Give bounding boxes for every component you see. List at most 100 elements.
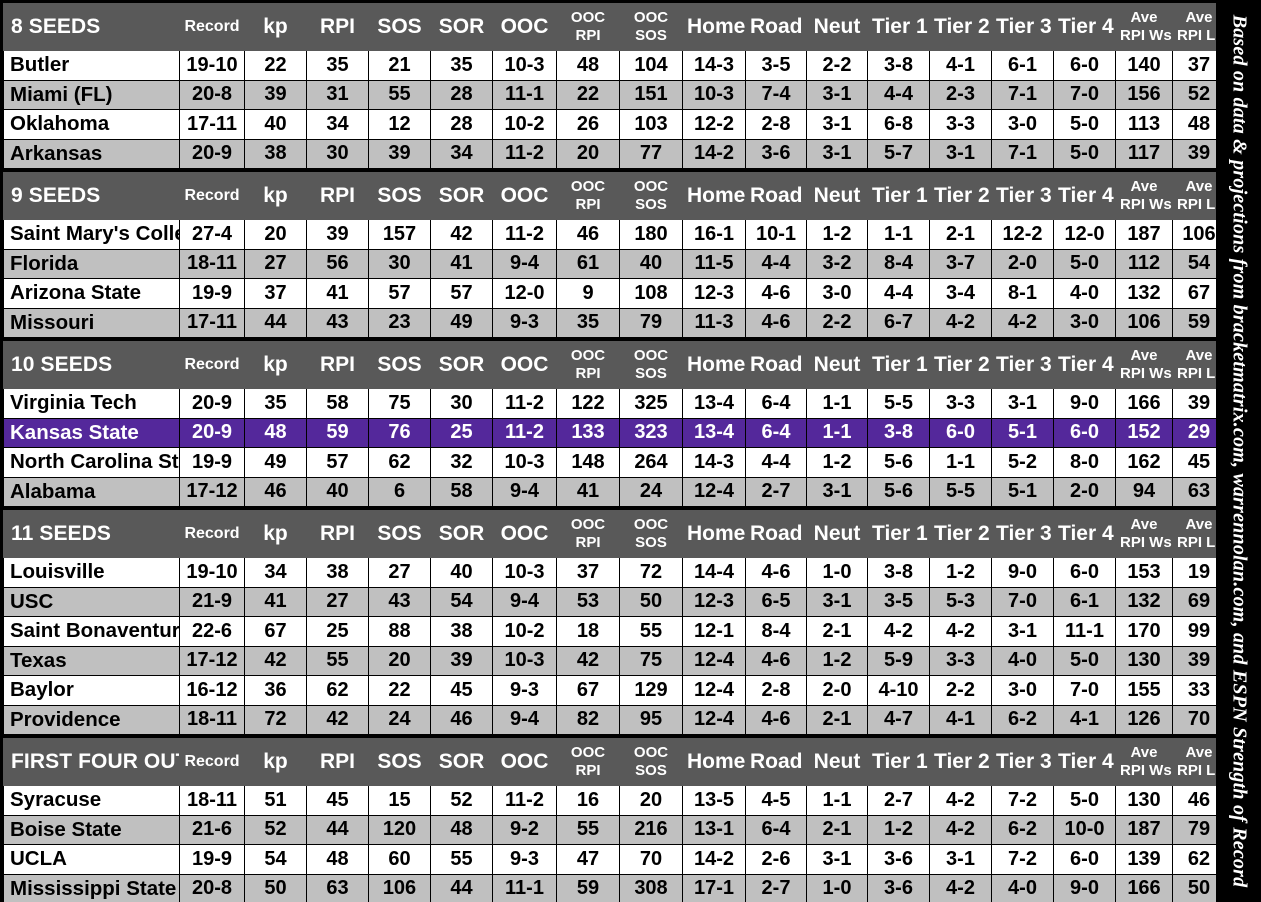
table-row[interactable]: Saint Bonaventure 22-6 67 25 88 38 10-2 18 55 12-… — [3, 616, 1226, 647]
col-header-tier1[interactable]: Tier 1 — [867, 172, 930, 220]
col-header-ooc-sos[interactable]: OOC SOS — [619, 341, 683, 389]
col-header-tier3[interactable]: Tier 3 — [991, 172, 1054, 220]
table-row[interactable]: Arizona State 19-9 37 41 57 57 12-0 9 108 12-3 4-6… — [3, 278, 1226, 309]
team-name-cell[interactable]: Missouri — [3, 307, 180, 338]
col-header-neut[interactable]: Neut — [806, 3, 868, 51]
col-header-ave-rpi-ws[interactable]: Ave RPI Ws — [1115, 738, 1173, 786]
col-header-ave-rpi-ws[interactable]: Ave RPI Ws — [1115, 341, 1173, 389]
col-header-ooc[interactable]: OOC — [492, 172, 557, 220]
col-header-kp[interactable]: kp — [244, 510, 307, 558]
col-header-ooc-sos[interactable]: OOC SOS — [619, 510, 683, 558]
team-name-cell[interactable]: Saint Bonaventure — [3, 616, 180, 647]
col-header-home[interactable]: Home — [682, 341, 746, 389]
col-header-tier4[interactable]: Tier 4 — [1053, 738, 1116, 786]
table-row[interactable]: Saint Mary's College27-420391574211-2461… — [3, 219, 1226, 250]
team-name-cell[interactable]: Virginia Tech — [3, 388, 180, 419]
team-name-cell[interactable]: Alabama — [3, 476, 180, 507]
team-name-cell[interactable]: USC — [3, 586, 180, 617]
col-header-home[interactable]: Home — [682, 3, 746, 51]
col-header-road[interactable]: Road — [745, 3, 807, 51]
col-header-home[interactable]: Home — [682, 172, 746, 220]
col-header-record[interactable]: Record — [179, 738, 245, 786]
col-header-rpi[interactable]: RPI — [306, 341, 369, 389]
col-header-sor[interactable]: SOR — [430, 738, 493, 786]
col-header-sos[interactable]: SOS — [368, 738, 431, 786]
table-row[interactable]: Miami (FL) 20-8 39 31 55 28 11-1 22 151 10-3 7-4 3-… — [3, 79, 1226, 110]
col-header-sor[interactable]: SOR — [430, 510, 493, 558]
col-header-ooc-rpi[interactable]: OOC RPI — [556, 3, 620, 51]
team-name-cell[interactable]: North Carolina State — [3, 447, 180, 478]
col-header-sor[interactable]: SOR — [430, 341, 493, 389]
col-header-tier4[interactable]: Tier 4 — [1053, 341, 1116, 389]
col-header-sos[interactable]: SOS — [368, 172, 431, 220]
team-name-cell[interactable]: Mississippi State — [3, 873, 180, 902]
col-header-neut[interactable]: Neut — [806, 341, 868, 389]
col-header-tier3[interactable]: Tier 3 — [991, 3, 1054, 51]
table-row[interactable]: Missouri 17-11 44 43 23 49 9-3 35 79 11-3 4-6 2-2 6-… — [3, 307, 1226, 338]
col-header-tier2[interactable]: Tier 2 — [929, 738, 992, 786]
col-header-road[interactable]: Road — [745, 510, 807, 558]
table-row[interactable]: Oklahoma 17-11 40 34 12 28 10-2 26 103 12-2 2-8 3-1… — [3, 109, 1226, 140]
team-name-cell[interactable]: Providence — [3, 704, 180, 735]
col-header-kp[interactable]: kp — [244, 3, 307, 51]
col-header-tier3[interactable]: Tier 3 — [991, 510, 1054, 558]
table-row[interactable]: USC 21-9 41 27 43 54 9-4 53 50 12-3 6-5 3-1 3-5 5-3 7-… — [3, 586, 1226, 617]
team-name-cell[interactable]: Florida — [3, 248, 180, 279]
col-header-record[interactable]: Record — [179, 3, 245, 51]
col-header-ooc[interactable]: OOC — [492, 341, 557, 389]
col-header-rpi[interactable]: RPI — [306, 3, 369, 51]
team-name-cell[interactable]: Arkansas — [3, 138, 180, 169]
col-header-road[interactable]: Road — [745, 341, 807, 389]
col-header-kp[interactable]: kp — [244, 738, 307, 786]
table-row[interactable]: Mississippi State 20-8 50 63 106 44 11-1 59 308 1… — [3, 873, 1226, 902]
col-header-ooc-rpi[interactable]: OOC RPI — [556, 341, 620, 389]
table-row[interactable]: Kansas State 20-9 48 59 76 25 11-2 133 323 13-4 6-… — [3, 417, 1226, 448]
col-header-sos[interactable]: SOS — [368, 510, 431, 558]
col-header-ooc[interactable]: OOC — [492, 738, 557, 786]
table-row[interactable]: Baylor 16-12 36 62 22 45 9-3 67 129 12-4 2-8 2-0 4-1… — [3, 675, 1226, 706]
col-header-tier1[interactable]: Tier 1 — [867, 510, 930, 558]
col-header-tier1[interactable]: Tier 1 — [867, 3, 930, 51]
col-header-sos[interactable]: SOS — [368, 341, 431, 389]
col-header-record[interactable]: Record — [179, 341, 245, 389]
col-header-tier2[interactable]: Tier 2 — [929, 172, 992, 220]
col-header-neut[interactable]: Neut — [806, 738, 868, 786]
col-header-ave-rpi-ws[interactable]: Ave RPI Ws — [1115, 172, 1173, 220]
team-name-cell[interactable]: Syracuse — [3, 785, 180, 816]
team-name-cell[interactable]: UCLA — [3, 844, 180, 875]
col-header-record[interactable]: Record — [179, 172, 245, 220]
col-header-home[interactable]: Home — [682, 510, 746, 558]
table-row[interactable]: Providence 18-11 72 42 24 46 9-4 82 95 12-4 4-6 2-1… — [3, 704, 1226, 735]
col-header-tier2[interactable]: Tier 2 — [929, 341, 992, 389]
col-header-rpi[interactable]: RPI — [306, 738, 369, 786]
col-header-ooc-rpi[interactable]: OOC RPI — [556, 738, 620, 786]
col-header-tier1[interactable]: Tier 1 — [867, 341, 930, 389]
team-name-cell[interactable]: Butler — [3, 50, 180, 81]
col-header-ooc-sos[interactable]: OOC SOS — [619, 3, 683, 51]
table-row[interactable]: Louisville 19-10 34 38 27 40 10-3 37 72 14-4 4-6 1-… — [3, 557, 1226, 588]
col-header-tier2[interactable]: Tier 2 — [929, 510, 992, 558]
col-header-road[interactable]: Road — [745, 172, 807, 220]
team-name-cell[interactable]: Oklahoma — [3, 109, 180, 140]
table-row[interactable]: UCLA 19-9 54 48 60 55 9-3 47 70 14-2 2-6 3-1 3-6 3-1 7… — [3, 844, 1226, 875]
col-header-rpi[interactable]: RPI — [306, 510, 369, 558]
table-row[interactable]: Alabama 17-12 46 40 6 58 9-4 41 24 12-4 2-7 3-1 5-6 5… — [3, 476, 1226, 507]
col-header-tier2[interactable]: Tier 2 — [929, 3, 992, 51]
team-name-cell[interactable]: Baylor — [3, 675, 180, 706]
col-header-tier3[interactable]: Tier 3 — [991, 341, 1054, 389]
team-name-cell[interactable]: Kansas State — [3, 417, 180, 448]
table-row[interactable]: North Carolina State19-94957623210-31482… — [3, 447, 1226, 478]
table-row[interactable]: Boise State 21-6 52 44 120 48 9-2 55 216 13-1 6-4 2… — [3, 814, 1226, 845]
col-header-ooc-sos[interactable]: OOC SOS — [619, 738, 683, 786]
col-header-kp[interactable]: kp — [244, 341, 307, 389]
col-header-neut[interactable]: Neut — [806, 510, 868, 558]
team-name-cell[interactable]: Arizona State — [3, 278, 180, 309]
col-header-ooc-rpi[interactable]: OOC RPI — [556, 172, 620, 220]
col-header-ave-rpi-ws[interactable]: Ave RPI Ws — [1115, 510, 1173, 558]
col-header-neut[interactable]: Neut — [806, 172, 868, 220]
team-name-cell[interactable]: Louisville — [3, 557, 180, 588]
col-header-kp[interactable]: kp — [244, 172, 307, 220]
table-row[interactable]: Butler 19-10 22 35 21 35 10-3 48 104 14-3 3-5 2-2 3-… — [3, 50, 1226, 81]
col-header-tier1[interactable]: Tier 1 — [867, 738, 930, 786]
table-row[interactable]: Arkansas 20-9 38 30 39 34 11-2 20 77 14-2 3-6 3-1 5-… — [3, 138, 1226, 169]
